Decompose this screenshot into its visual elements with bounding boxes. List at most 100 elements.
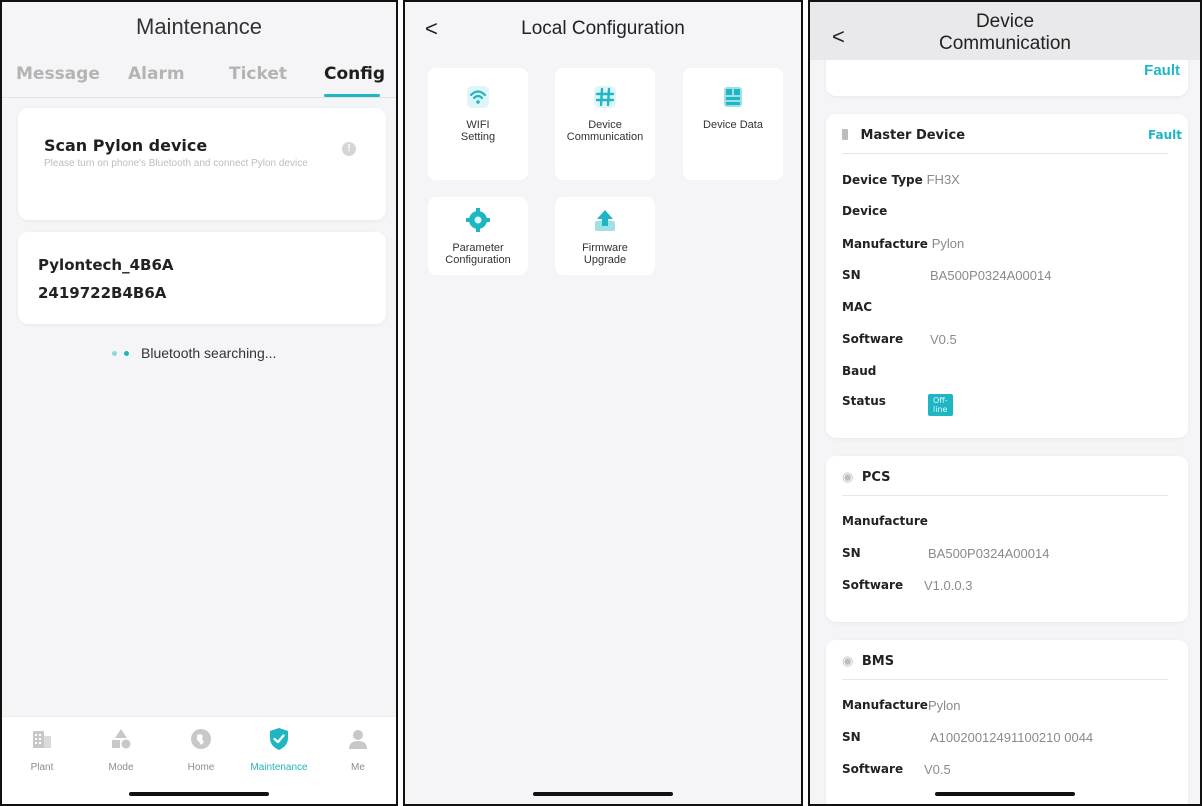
gear-icon: [466, 208, 490, 232]
field-value: V1.0.0.3: [924, 578, 973, 593]
row-manufacture: Manufacture: [842, 514, 928, 528]
row-sn: SN BA500P0324A00014: [842, 546, 1049, 561]
field-key: Device: [842, 204, 888, 218]
building-icon: [33, 731, 51, 748]
field-key: Baud: [842, 364, 877, 378]
battery-icon: [842, 129, 848, 140]
row-mac: MAC: [842, 300, 872, 314]
field-value: BA500P0324A00014: [930, 268, 1052, 283]
tab-config[interactable]: Config: [324, 64, 385, 84]
scan-title: Scan Pylon device: [44, 136, 208, 155]
field-key: Manufacture: [842, 698, 928, 712]
field-key: Software: [842, 332, 904, 346]
tile-wifi-setting[interactable]: WIFI Setting: [428, 68, 528, 180]
nav-maintenance-label: Maintenance: [250, 762, 308, 773]
tile-parameter-configuration[interactable]: Parameter Configuration: [428, 197, 528, 275]
tab-bar: Message Alarm Ticket Config: [2, 64, 396, 98]
upload-icon: [595, 210, 615, 231]
device-id: 2419722B4B6A: [38, 284, 167, 302]
maintenance-screen: Maintenance Message Alarm Ticket Config …: [0, 0, 398, 806]
row-status: Status Off-line: [842, 394, 953, 416]
loading-dot-icon: [112, 350, 117, 356]
section-header: Master Device Fault: [842, 128, 1182, 154]
scan-hint: Please turn on phone's Bluetooth and con…: [44, 158, 308, 169]
row-software: Software V0.5: [842, 332, 957, 347]
tile-label: Firmware Upgrade: [582, 242, 628, 266]
tab-ticket[interactable]: Ticket: [229, 64, 287, 84]
nav-home-label: Home: [187, 762, 215, 773]
nav-plant-label: Plant: [30, 762, 54, 773]
device-communication-screen: < Device Communication Fault Master Devic…: [808, 0, 1202, 806]
searching-label: Bluetooth searching...: [141, 345, 277, 361]
hash-icon: [594, 86, 616, 108]
nav-home[interactable]: Home: [166, 727, 236, 773]
tile-device-communication[interactable]: Device Communication: [555, 68, 655, 180]
database-icon: [724, 87, 742, 107]
nav-me[interactable]: Me: [323, 727, 393, 773]
shield-check-icon: [270, 728, 288, 750]
section-title: PCS: [861, 470, 891, 485]
field-key: Device Type: [842, 173, 923, 187]
tab-alarm[interactable]: Alarm: [128, 64, 185, 84]
master-device-card: Master Device Fault Device Type FH3X Dev…: [826, 114, 1188, 438]
row-software: Software V0.5: [842, 762, 951, 777]
tile-device-data[interactable]: Device Data: [683, 68, 783, 180]
row-manufacture: Manufacture Pylon: [842, 236, 964, 251]
wifi-icon: [467, 86, 489, 108]
info-icon[interactable]: !: [342, 142, 356, 156]
field-key: MAC: [842, 300, 873, 314]
nav-plant[interactable]: Plant: [7, 727, 77, 773]
active-tab-indicator: [324, 94, 380, 97]
device-list-item[interactable]: Pylontech_4B6A 2419722B4B6A: [18, 232, 386, 324]
row-software: Software V1.0.0.3: [842, 578, 972, 593]
row-sn: SN A10020012491100210 0044: [842, 730, 1093, 745]
row-manufacture: Manufacture Pylon: [842, 698, 961, 713]
home-indicator: [129, 792, 269, 796]
device-name: Pylontech_4B6A: [38, 256, 174, 274]
header: < Device Communication: [810, 2, 1200, 60]
screenshot-collage: Maintenance Message Alarm Ticket Config …: [0, 0, 1202, 806]
field-key: Software: [842, 578, 904, 592]
loading-dot-icon: [124, 350, 129, 356]
tile-label: Parameter Configuration: [445, 242, 511, 266]
local-configuration-screen: < Local Configuration WIFI Setting Device…: [403, 0, 803, 806]
field-key: SN: [842, 730, 861, 744]
field-key: SN: [842, 268, 861, 282]
header: < Local Configuration: [405, 2, 801, 58]
field-value: FH3X: [926, 172, 960, 187]
row-device-type: Device Type FH3X: [842, 172, 960, 187]
tile-label: Device Data: [703, 119, 763, 131]
row-sn: SN BA500P0324A00014: [842, 268, 1051, 283]
field-value: V0.5: [930, 332, 957, 347]
chip-icon: ◉: [842, 470, 854, 485]
row-baud: Baud: [842, 364, 876, 378]
field-key: Manufacture: [842, 514, 928, 528]
section-title: BMS: [861, 654, 895, 669]
page-title: Local Configuration: [521, 18, 685, 39]
section-title: Master Device: [860, 128, 966, 143]
field-key: Status: [842, 394, 886, 408]
nav-mode[interactable]: Mode: [86, 727, 156, 773]
field-key: Software: [842, 762, 904, 776]
field-value: A10020012491100210 0044: [930, 730, 1094, 745]
row-device: Device: [842, 204, 887, 218]
bluetooth-searching-status: Bluetooth searching...: [112, 345, 276, 361]
bottom-navigation: Plant Mode Home Maintenance Me: [2, 716, 396, 804]
scan-device-card[interactable]: Scan Pylon device Please turn on phone's…: [18, 108, 386, 220]
tab-message[interactable]: Message: [16, 64, 100, 84]
field-key: Manufacture: [842, 237, 928, 251]
tile-firmware-upgrade[interactable]: Firmware Upgrade: [555, 197, 655, 275]
tile-label: Device Communication: [566, 119, 644, 143]
pcs-card: ◉ PCS Manufacture SN BA500P0324A00014 Sof…: [826, 456, 1188, 622]
globe-icon: [191, 729, 211, 749]
section-header: ◉ PCS: [842, 470, 1168, 496]
page-title: Device Communication: [939, 11, 1071, 54]
bms-card: ◉ BMS Manufacture Pylon SN A10020012491100…: [826, 640, 1188, 804]
page-title: Maintenance: [136, 14, 262, 39]
field-value: Pylon: [931, 236, 965, 251]
tile-label: WIFI Setting: [460, 119, 496, 143]
field-value: Pylon: [928, 698, 961, 713]
nav-maintenance[interactable]: Maintenance: [244, 727, 314, 773]
nav-me-label: Me: [351, 762, 365, 773]
nav-mode-label: Mode: [108, 762, 134, 773]
